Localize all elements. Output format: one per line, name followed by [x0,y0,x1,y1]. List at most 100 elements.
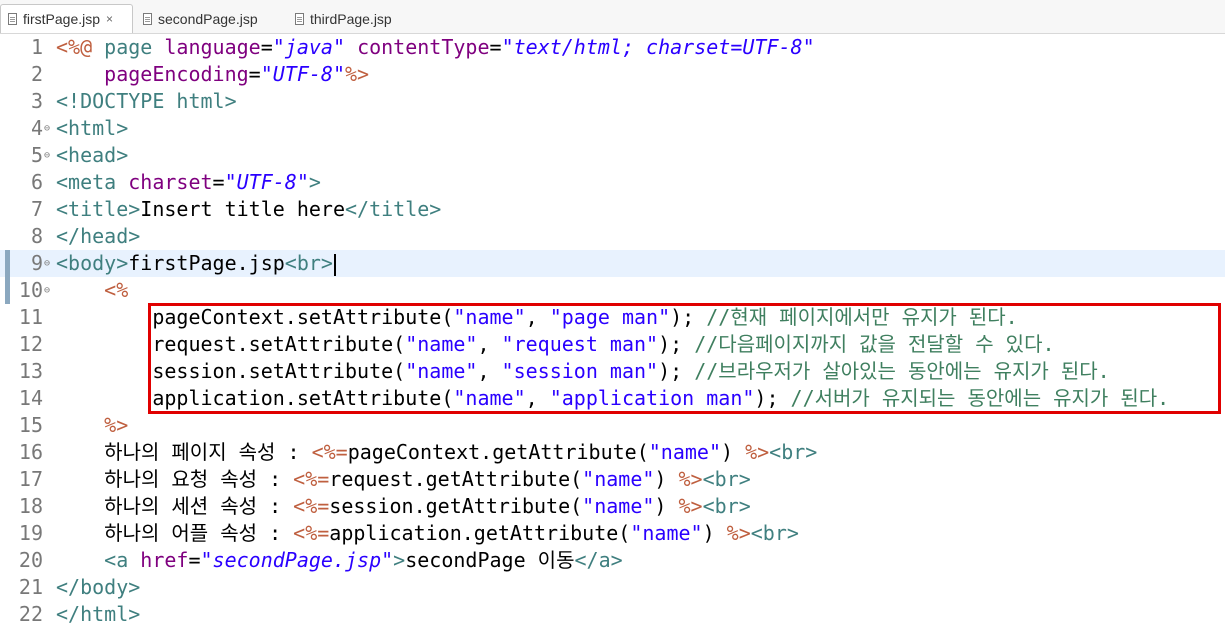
line-number: 14 [18,386,43,410]
token-tag: > [393,548,406,572]
tab-label: firstPage.jsp [23,11,101,27]
token-tag: <br> [702,467,751,491]
line-number: 15 [18,413,43,437]
line-number: 8 [30,224,43,248]
token-jsp: <%= [293,494,330,518]
token-plain: 하나의 요청 속성 : [56,467,294,491]
line-number: 22 [18,602,43,626]
token-value: "secondPage.jsp" [200,548,394,572]
token-plain: secondPage 이동 [405,548,575,572]
token-plain: ) [720,440,746,464]
tab-thirdpage-jsp[interactable]: thirdPage.jsp [288,5,418,32]
change-marker [5,250,10,304]
code-line[interactable]: 17 하나의 요청 속성 : <%=request.getAttribute("… [0,466,1225,493]
code-line[interactable]: 1 <%@ page language="java" contentType="t… [0,34,1225,61]
code-text: <meta charset="UTF-8"> [56,169,321,196]
line-number: 13 [18,359,43,383]
token-plain: request.getAttribute( [329,467,583,491]
line-number: 1 [30,35,43,59]
token-plain: = [188,548,201,572]
code-line[interactable]: 9 ⊖ <body>firstPage.jsp<br> [0,250,1225,277]
token-value: "name" [630,521,703,545]
jsp-file-icon [143,12,152,25]
line-number: 6 [30,170,43,194]
code-text: 하나의 요청 속성 : <%=request.getAttribute("nam… [56,466,751,493]
code-line[interactable]: 6 <meta charset="UTF-8"> [0,169,1225,196]
code-text: <title>Insert title here</title> [56,196,441,223]
code-line[interactable]: 10 ⊖ <% [0,277,1225,304]
line-number: 18 [18,494,43,518]
code-text: 하나의 어플 속성 : <%=application.getAttribute(… [56,520,799,547]
jsp-file-icon [8,13,17,25]
code-line[interactable]: 2 pageEncoding="UTF-8"%> [0,61,1225,88]
code-line[interactable]: 7 <title>Insert title here</title> [0,196,1225,223]
code-text: <a href="secondPage.jsp">secondPage 이동</… [56,547,623,574]
line-number: 21 [18,575,43,599]
code-text: <% [56,277,128,304]
token-attr: pageEncoding [104,62,249,86]
token-tag: </a> [574,548,623,572]
code-text: <html> [56,115,128,142]
line-number: 20 [18,548,43,572]
fold-toggle-icon[interactable]: ⊖ [44,142,54,169]
token-jsp: %> [678,494,703,518]
editor-tab-bar: firstPage.jsp × secondPage.jsp thirdPage… [0,0,1225,34]
token-tag: <meta [56,170,129,194]
token-value: "java" [272,35,346,59]
token-plain: = [248,62,261,86]
tab-label: thirdPage.jsp [310,10,392,27]
text-cursor [333,253,336,276]
token-tag: </html> [56,602,141,626]
code-line[interactable]: 3 <!DOCTYPE html> [0,88,1225,115]
token-tag: </title> [345,197,442,221]
token-value: "UTF-8" [224,170,309,194]
code-text: <!DOCTYPE html> [56,88,237,115]
token-tag: <br> [750,521,799,545]
code-line[interactable]: 15 %> [0,412,1225,439]
token-plain: ) [654,494,679,518]
code-line[interactable]: 5 ⊖ <head> [0,142,1225,169]
tab-secondpage-jsp[interactable]: secondPage.jsp [136,5,284,32]
code-line[interactable]: 20 <a href="secondPage.jsp">secondPage 이… [0,547,1225,574]
token-tag: </body> [56,575,141,599]
jsp-file-icon [295,12,304,25]
token-tag: <br> [769,440,818,464]
token-plain: session.getAttribute( [329,494,583,518]
token-jsp: %> [745,440,770,464]
code-line[interactable]: 21 </body> [0,574,1225,601]
fold-toggle-icon[interactable]: ⊖ [44,250,54,277]
code-line[interactable]: 19 하나의 어플 속성 : <%=application.getAttribu… [0,520,1225,547]
token-tag: <head> [56,143,129,167]
code-text: pageEncoding="UTF-8"%> [56,61,369,88]
code-text: 하나의 페이지 속성 : <%=pageContext.getAttribute… [56,439,817,466]
token-jsp: <%= [311,440,348,464]
code-text: </html> [56,601,140,628]
close-tab-icon[interactable]: × [106,13,113,25]
code-line[interactable]: 18 하나의 세션 속성 : <%=session.getAttribute("… [0,493,1225,520]
token-plain: ) [654,467,679,491]
token-value: "text/html; charset=UTF-8" [501,35,815,59]
line-number: 11 [18,305,43,329]
token-jsp: %> [345,62,370,86]
code-text: <head> [56,142,128,169]
code-line[interactable]: 4 ⊖ <html> [0,115,1225,142]
token-tag: <title> [56,197,141,221]
token-tag: <br> [702,494,751,518]
token-jsp: <% [104,278,129,302]
code-line[interactable]: 22 </html> [0,601,1225,628]
token-plain: = [260,35,273,59]
token-attr: language [164,35,261,59]
code-line[interactable]: 16 하나의 페이지 속성 : <%=pageContext.getAttrib… [0,439,1225,466]
tab-firstpage-jsp[interactable]: firstPage.jsp × [0,4,133,33]
fold-toggle-icon[interactable]: ⊖ [44,277,54,304]
fold-toggle-icon[interactable]: ⊖ [44,115,54,142]
line-number: 19 [18,521,43,545]
token-attr: charset [128,170,213,194]
token-tag: page [104,35,165,59]
token-value: "name" [582,467,655,491]
token-jsp: %> [678,467,703,491]
code-line[interactable]: 8 </head> [0,223,1225,250]
token-plain: application.getAttribute( [329,521,631,545]
